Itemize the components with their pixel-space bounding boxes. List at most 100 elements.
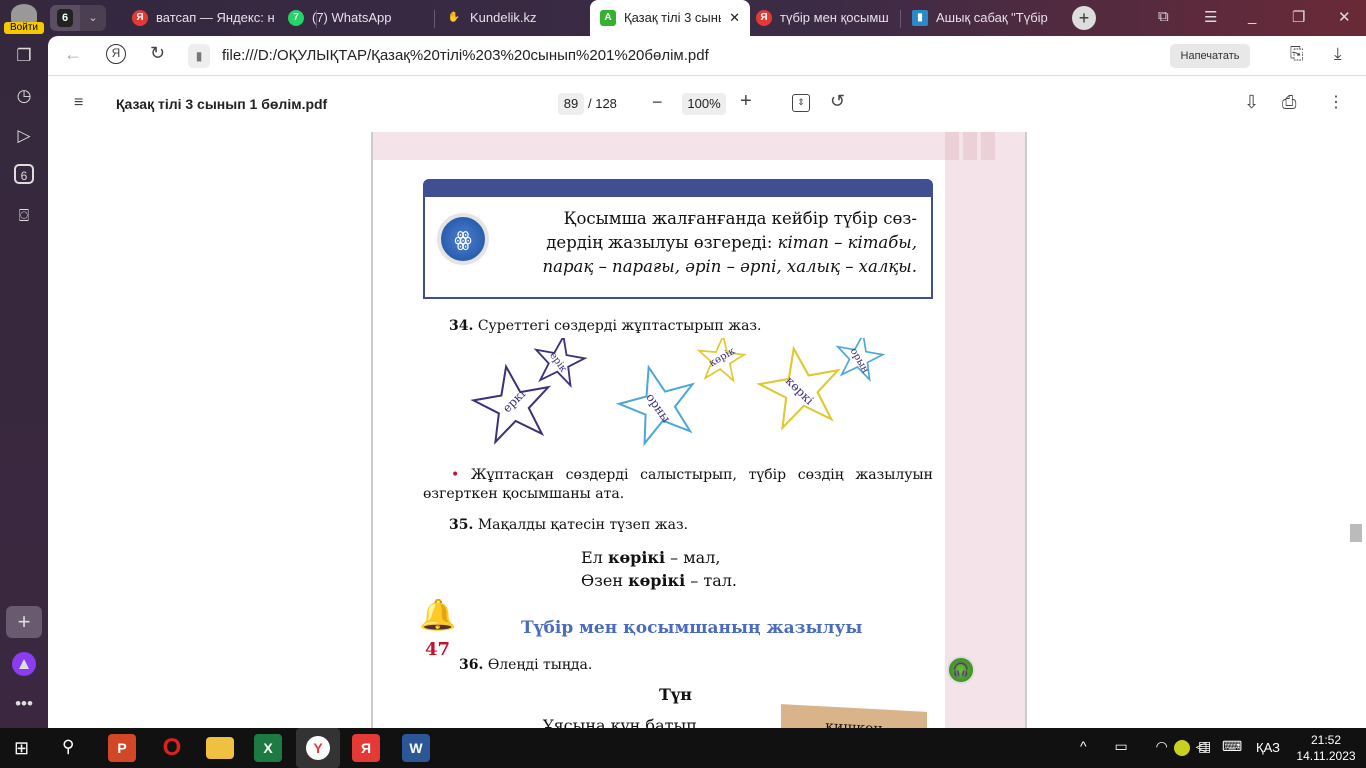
- pdf-menu-icon[interactable]: ≡: [74, 94, 83, 112]
- tab-yandex-search[interactable]: Яватсап — Яндекс: н: [132, 4, 312, 32]
- exercise-text: Суреттегі сөздерді жұптастырып жаз.: [477, 318, 762, 334]
- rule-box: ꙮ Қосымша жалғанғанда кейбір түбір сөз- …: [423, 179, 933, 299]
- page-number-input[interactable]: 89: [558, 93, 584, 115]
- scrollbar-thumb[interactable]: [1350, 524, 1362, 542]
- exercise-35: 35. Мақалды қатесін түзеп жаз.: [449, 517, 688, 533]
- rule-example: кітап – кітабы,: [777, 233, 917, 252]
- yandex-home-icon[interactable]: Я: [106, 44, 126, 64]
- bookmarks-icon[interactable]: ⧉: [1158, 8, 1169, 25]
- file-icon: ▮: [188, 44, 210, 68]
- menu-icon[interactable]: ☰: [1204, 8, 1217, 26]
- word-icon[interactable]: W: [402, 734, 430, 762]
- tab-ashyq-sabaq[interactable]: ▮ Ашық сабақ "Түбір: [912, 4, 1064, 32]
- fit-page-icon[interactable]: ⇕: [792, 94, 810, 112]
- proverb-bold: көрікі: [607, 548, 666, 567]
- search-icon[interactable]: ⚲: [62, 737, 74, 757]
- more-icon[interactable]: •••: [12, 692, 36, 716]
- exercise-34: 34. Суреттегі сөздерді жұптастырып жаз.: [449, 318, 762, 334]
- tab-label: Ашық сабақ "Түбір: [936, 10, 1048, 25]
- lesson-title: Түбір мен қосымшаның жазылуы: [521, 618, 863, 638]
- bullet-task: • Жұптасқан сөздерді салыстырып, түбір с…: [423, 466, 933, 504]
- profile-avatar[interactable]: [11, 4, 37, 24]
- kundelik-icon: ✋: [447, 12, 461, 23]
- tab-whatsapp[interactable]: 7 (7) WhatsApp: [288, 4, 448, 32]
- history-icon[interactable]: ◷: [12, 84, 36, 108]
- tray-app-icon[interactable]: [1174, 740, 1190, 756]
- bullet-icon: •: [451, 467, 460, 483]
- exercise-text: Мақалды қатесін түзеп жаз.: [477, 517, 689, 533]
- add-panel-icon[interactable]: +: [6, 606, 42, 638]
- rule-line: дердің жазылуы өзгереді:: [546, 233, 778, 252]
- tab-counter-button[interactable]: 6: [50, 5, 80, 31]
- restore-button[interactable]: ❐: [1292, 8, 1305, 26]
- back-icon[interactable]: ←: [64, 44, 82, 65]
- new-tab-button[interactable]: +: [1072, 6, 1096, 30]
- language-indicator[interactable]: ҚАЗ: [1256, 740, 1280, 755]
- yandex-taskbar-icon[interactable]: Я: [352, 734, 380, 762]
- proverb-text: – мал,: [665, 548, 721, 567]
- headphones-icon[interactable]: 🎧: [947, 656, 975, 684]
- clock[interactable]: 21:52 14.11.2023: [1296, 732, 1356, 764]
- downloads-icon[interactable]: ⤓: [1334, 44, 1342, 64]
- rotate-icon[interactable]: ↺: [830, 91, 845, 112]
- excel-icon[interactable]: X: [254, 734, 282, 762]
- star-word: орын: [848, 346, 871, 375]
- star-word: көркі: [783, 374, 817, 408]
- tab-kundelik[interactable]: ✋ Kundelik.kz: [446, 4, 586, 32]
- notification-icon[interactable]: ▤: [1198, 738, 1211, 755]
- exercise-36: 36. Өлеңді тыңда.: [459, 657, 592, 673]
- windows-start-icon[interactable]: ⊞: [14, 738, 29, 759]
- file-explorer-icon[interactable]: [206, 737, 234, 759]
- pdf-page: ꙮ Қосымша жалғанғанда кейбір түбір сөз- …: [371, 132, 1027, 728]
- tabs-icon[interactable]: ❐: [12, 44, 36, 68]
- url-field[interactable]: file:///D:/ОҚУЛЫҚТАР/Қазақ%20тілі%203%20…: [222, 47, 709, 64]
- close-window-button[interactable]: ✕: [1338, 8, 1351, 26]
- camera-icon[interactable]: ⌼: [12, 204, 36, 228]
- book-icon: ▮: [912, 10, 928, 26]
- poem-line: Ұясына күн батып: [543, 716, 697, 728]
- star-word: көрік: [707, 345, 738, 369]
- date: 14.11.2023: [1296, 749, 1356, 763]
- reload-icon[interactable]: ↻: [150, 43, 165, 64]
- extensions-icon[interactable]: ⎘: [1290, 44, 1304, 64]
- zoom-out-button[interactable]: −: [652, 92, 663, 113]
- tab-label: Kundelik.kz: [470, 10, 537, 25]
- alice-icon[interactable]: ▲: [12, 652, 36, 676]
- address-bar: ← Я ↻ ▮ file:///D:/ОҚУЛЫҚТАР/Қазақ%20тіл…: [48, 36, 1366, 76]
- yandex-browser-taskbar-icon[interactable]: Y: [296, 728, 340, 768]
- print-button[interactable]: Напечатать: [1170, 44, 1250, 68]
- decor-squares: [945, 132, 997, 160]
- star-word: орны: [643, 391, 673, 426]
- rule-line: Қосымша жалғанғанда кейбір түбір сөз-: [563, 209, 917, 228]
- play-icon[interactable]: ▷: [12, 124, 36, 148]
- login-button[interactable]: Войти: [4, 22, 44, 34]
- page-margin-strip: [945, 132, 1025, 728]
- download-pdf-icon[interactable]: ⇩: [1244, 92, 1259, 113]
- minimize-button[interactable]: _: [1248, 8, 1256, 25]
- poem-title: Түн: [659, 685, 692, 704]
- yandex-icon: Я: [132, 10, 148, 26]
- opera-icon[interactable]: O: [158, 734, 186, 762]
- close-tab-icon[interactable]: ✕: [729, 0, 740, 36]
- tab-pdf-active[interactable]: A Қазақ тілі 3 сыны ✕: [590, 0, 750, 36]
- badge-6-icon[interactable]: 6: [14, 164, 34, 184]
- zoom-input[interactable]: 100%: [682, 93, 726, 115]
- proverb-text: – тал.: [685, 571, 737, 590]
- powerpoint-icon[interactable]: P: [108, 734, 136, 762]
- pdf-toolbar: ≡ Қазақ тілі 3 сынып 1 бөлім.pdf 89 / 12…: [48, 76, 1366, 132]
- print-icon[interactable]: ⎙: [1282, 92, 1296, 113]
- tab-yandex-tubir[interactable]: Ятүбір мен қосымш: [756, 4, 902, 32]
- yandex-icon: Я: [756, 10, 772, 26]
- whatsapp-icon: 7: [288, 10, 304, 26]
- proverb-text: Ел: [581, 548, 608, 567]
- lesson-number: 47: [425, 639, 451, 660]
- zoom-in-button[interactable]: +: [740, 90, 752, 113]
- keyboard-icon[interactable]: ⌨: [1222, 738, 1242, 755]
- scroll-banner: кишкен: [781, 704, 927, 728]
- more-options-icon[interactable]: ⋮: [1328, 92, 1344, 112]
- page-total: / 128: [588, 96, 617, 111]
- exercise-text: Өлеңді тыңда.: [487, 657, 593, 673]
- tab-list-chevron-icon[interactable]: ⌄: [80, 5, 106, 31]
- proverb: Ел көрікі – мал, Өзен көрікі – тал.: [581, 546, 737, 592]
- time: 21:52: [1310, 733, 1342, 747]
